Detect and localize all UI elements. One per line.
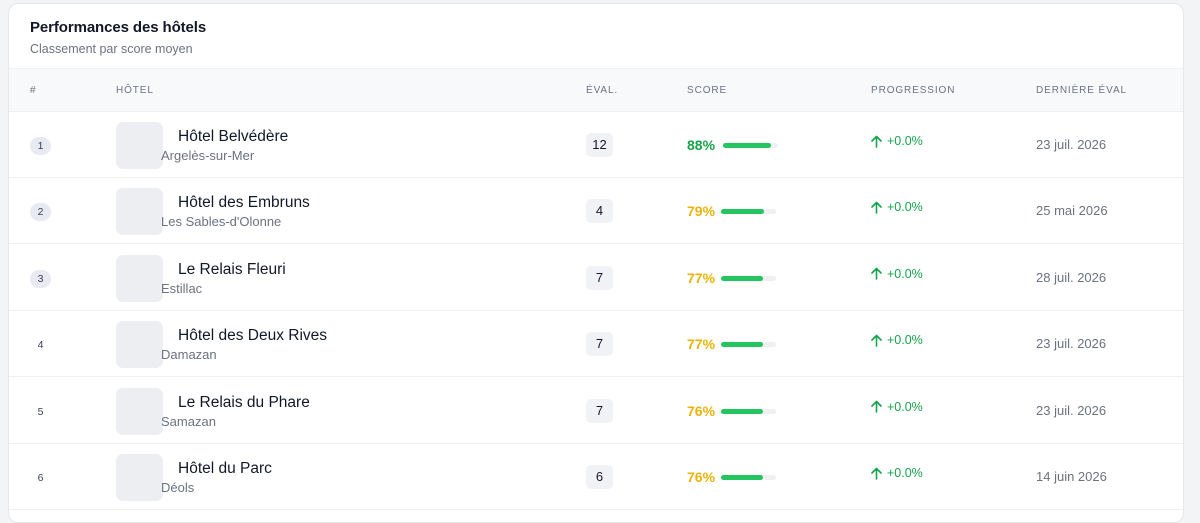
hotel-name[interactable]: Le Relais du Phare [178, 394, 310, 412]
hotel-city: Argelès-sur-Mer [161, 148, 255, 163]
progression: +0.0% [871, 267, 923, 281]
table-row[interactable]: 5 Le Relais du Phare Samazan 7 76% +0.0%… [9, 378, 1183, 444]
rank-badge: 4 [37, 339, 44, 352]
arrow-up-icon [871, 201, 882, 214]
score-percent: 76% [687, 402, 716, 419]
progression-value: +0.0% [887, 466, 923, 480]
rank-badge: 5 [37, 405, 44, 418]
column-header-rank[interactable]: # [30, 85, 36, 96]
last-eval-date: 28 juil. 2026 [1036, 269, 1107, 285]
score-bar [721, 209, 776, 215]
eval-count-badge: 4 [586, 199, 613, 224]
progression-value: +0.0% [887, 333, 923, 348]
score-bar-fill [721, 475, 763, 480]
hotel-name[interactable]: Hôtel Belvédère [178, 128, 288, 146]
score-percent: 88% [687, 137, 716, 153]
last-eval-date: 23 juil. 2026 [1036, 137, 1107, 152]
hotel-name[interactable]: Le Relais Fleuri [178, 261, 286, 279]
progression: +0.0% [871, 333, 923, 347]
hotel-thumbnail [116, 254, 163, 302]
table-row[interactable]: 2 Hôtel des Embruns Les Sables-d'Olonne … [9, 178, 1183, 245]
column-header-evals[interactable]: Éval. [586, 85, 618, 96]
last-eval-date: 14 juin 2026 [1036, 469, 1107, 484]
card-subtitle: Classement par score moyen [30, 42, 193, 56]
table-row[interactable]: 3 Le Relais Fleuri Estillac 7 77% +0.0% … [9, 245, 1183, 311]
progression-value: +0.0% [887, 399, 923, 414]
hotel-thumbnail [116, 122, 163, 169]
score-bar [721, 475, 776, 480]
score-bar-fill [721, 209, 765, 215]
score-bar-fill [721, 275, 764, 281]
eval-count-badge: 12 [586, 133, 613, 157]
score-percent: 77% [687, 336, 716, 353]
score-percent: 79% [687, 203, 716, 220]
hotel-performance-card: Performances des hôtels Classement par s… [8, 3, 1184, 523]
last-eval-date: 23 juil. 2026 [1036, 402, 1107, 418]
card-title: Performances des hôtels [30, 19, 207, 36]
progression: +0.0% [871, 466, 923, 480]
eval-count-badge: 7 [586, 332, 613, 357]
progression: +0.0% [871, 134, 923, 148]
hotel-city: Les Sables-d'Olonne [161, 214, 282, 230]
card-header: Performances des hôtels Classement par s… [9, 4, 1183, 69]
score-bar-fill [721, 342, 764, 348]
hotel-thumbnail [116, 387, 163, 435]
score-bar-fill [721, 408, 763, 414]
hotel-name[interactable]: Hôtel des Embruns [178, 194, 310, 212]
eval-count-badge: 7 [586, 398, 613, 423]
hotel-city: Déols [161, 480, 195, 495]
rank-badge: 6 [37, 472, 44, 484]
progression-value: +0.0% [887, 200, 923, 215]
hotel-thumbnail [116, 321, 163, 369]
score-bar-fill [723, 143, 772, 148]
score-percent: 76% [687, 469, 716, 485]
hotel-thumbnail [116, 188, 163, 236]
hotel-city: Estillac [161, 280, 203, 296]
score-bar [721, 275, 776, 281]
table-row[interactable]: 6 Hôtel du Parc Déols 6 76% +0.0% 14 jui… [9, 444, 1183, 510]
eval-count-badge: 6 [586, 465, 613, 489]
hotel-city: Damazan [161, 347, 217, 363]
progression: +0.0% [871, 200, 923, 214]
score-bar [723, 143, 778, 148]
column-header-progression[interactable]: Progression [871, 85, 955, 96]
column-header-hotel[interactable]: Hôtel [116, 85, 154, 96]
hotel-thumbnail [116, 454, 163, 501]
last-eval-date: 25 mai 2026 [1036, 203, 1108, 219]
progression-value: +0.0% [887, 266, 923, 281]
last-eval-date: 23 juil. 2026 [1036, 336, 1107, 352]
arrow-up-icon [871, 135, 882, 148]
hotel-city: Samazan [161, 413, 216, 429]
score-bar [721, 408, 776, 414]
score-bar [721, 342, 776, 348]
arrow-up-icon [871, 400, 882, 413]
table-row[interactable]: 1 Hôtel Belvédère Argelès-sur-Mer 12 88%… [9, 112, 1183, 178]
progression-value: +0.0% [887, 134, 923, 148]
score-percent: 77% [687, 269, 716, 286]
hotel-name[interactable]: Hôtel du Parc [178, 460, 272, 478]
progression: +0.0% [871, 400, 923, 414]
rank-badge: 2 [30, 203, 51, 222]
hotel-name[interactable]: Hôtel des Deux Rives [178, 327, 327, 345]
table-row[interactable]: 4 Hôtel des Deux Rives Damazan 7 77% +0.… [9, 311, 1183, 378]
arrow-up-icon [871, 267, 882, 281]
arrow-up-icon [871, 467, 882, 480]
table-header: # Hôtel Éval. Score Progression Dernière… [9, 69, 1183, 112]
rank-badge: 1 [30, 137, 51, 155]
arrow-up-icon [871, 334, 882, 347]
column-header-last-eval[interactable]: Dernière éval [1036, 85, 1127, 96]
eval-count-badge: 7 [586, 265, 613, 290]
rank-badge: 3 [30, 269, 51, 288]
column-header-score[interactable]: Score [687, 85, 727, 96]
